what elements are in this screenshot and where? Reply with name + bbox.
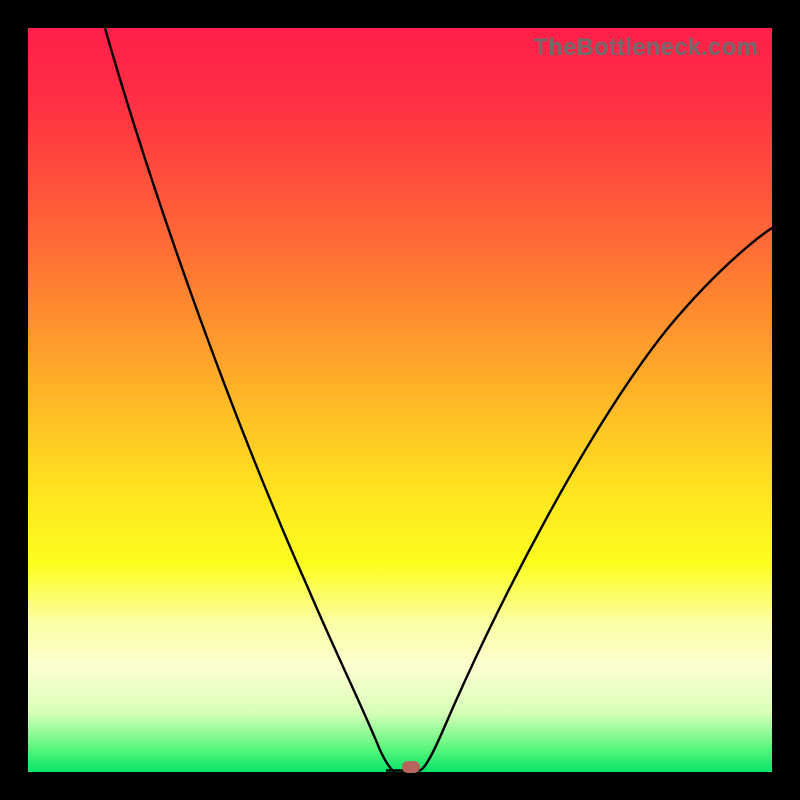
plot-area: TheBottleneck.com — [28, 28, 772, 772]
chart-frame: TheBottleneck.com — [0, 0, 800, 800]
optimum-marker — [402, 761, 420, 773]
bottleneck-curve — [28, 28, 772, 772]
